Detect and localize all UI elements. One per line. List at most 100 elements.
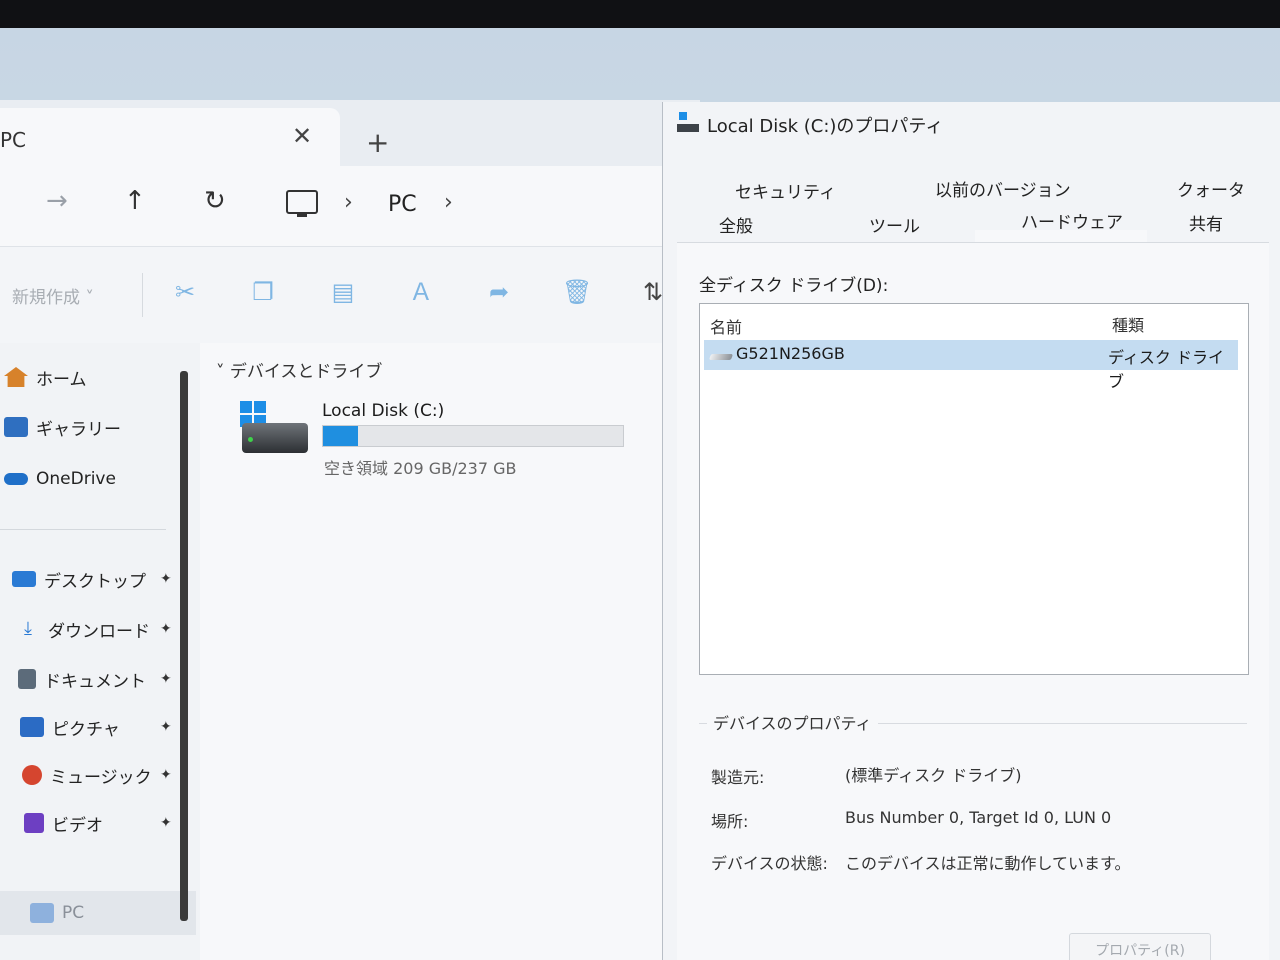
sidebar-item-downloads[interactable]: ⤓ ダウンロード	[16, 611, 150, 647]
sidebar-item-onedrive[interactable]: OneDrive	[4, 461, 116, 497]
hardware-panel: 全ディスク ドライブ(D): 名前 種類 G521N256GB ディスク ドライ…	[677, 243, 1269, 960]
sidebar-item-desktop[interactable]: デスクトップ	[12, 561, 146, 597]
device-properties-group: デバイスのプロパティ 製造元: (標準ディスク ドライブ) 場所: Bus Nu…	[699, 710, 1247, 954]
screen: PC ✕ + → ↑ ↻ › PC › 新規作成 ˅ ✂ ❐ ▤ Ａ ➦ 🗑︎ …	[0, 28, 1280, 960]
computer-icon	[30, 903, 54, 923]
video-icon	[24, 813, 44, 833]
group-header-label: デバイスとドライブ	[229, 362, 383, 382]
device-properties-legend: デバイスのプロパティ	[707, 710, 878, 734]
chevron-down-icon: ˅	[216, 362, 225, 382]
sidebar-item-label: ピクチャ	[52, 719, 120, 740]
sidebar-item-pictures[interactable]: ピクチャ	[20, 709, 120, 745]
location-label: 場所:	[711, 812, 749, 831]
tab-pc[interactable]: PC ✕	[0, 108, 340, 166]
document-icon	[18, 669, 36, 689]
device-status-label: デバイスの状態:	[711, 854, 828, 873]
sidebar-item-label: ホーム	[36, 369, 87, 390]
tab-general[interactable]: 全般	[719, 212, 753, 237]
sidebar-item-label: ビデオ	[52, 815, 103, 836]
sidebar-item-label: ドキュメント	[44, 671, 146, 692]
delete-icon[interactable]: 🗑︎	[562, 279, 592, 305]
drive-list-type: ディスク ドライブ	[1108, 348, 1224, 391]
list-item[interactable]: G521N256GB ディスク ドライブ	[704, 340, 1238, 391]
toolbar-divider	[142, 273, 143, 317]
picture-icon	[20, 717, 44, 737]
devices-and-drives-header[interactable]: ˅ デバイスとドライブ	[216, 357, 382, 382]
paste-icon[interactable]: ▤	[330, 279, 356, 305]
properties-dialog: Local Disk (C:)のプロパティ セキュリティ 以前のバージョン クォ…	[662, 102, 1280, 960]
sidebar-item-documents[interactable]: ドキュメント	[18, 661, 146, 697]
sidebar-item-label: OneDrive	[36, 469, 116, 489]
pin-icon: ✦	[160, 571, 172, 587]
drive-usage-fill	[323, 426, 358, 446]
tab-sharing[interactable]: 共有	[1189, 210, 1223, 235]
sidebar-item-music[interactable]: ミュージック	[22, 757, 152, 793]
pin-icon: ✦	[160, 767, 172, 783]
sidebar-item-label: デスクトップ	[44, 571, 146, 592]
sidebar-item-pc[interactable]: PC	[0, 891, 196, 935]
music-icon	[22, 765, 42, 785]
cloud-icon	[4, 473, 28, 485]
manufacturer-label: 製造元:	[711, 768, 765, 787]
sidebar-item-home[interactable]: ホーム	[4, 359, 87, 395]
drive-free-space: 空き領域 209 GB/237 GB	[324, 459, 517, 478]
up-button[interactable]: ↑	[124, 186, 146, 216]
drive-c-tile[interactable]: Local Disk (C:) 空き領域 209 GB/237 GB	[236, 395, 636, 485]
home-icon	[4, 367, 28, 387]
tab-previous-versions[interactable]: 以前のバージョン	[935, 176, 1071, 201]
breadcrumb-chevron-icon[interactable]: ›	[444, 190, 453, 215]
location-value: Bus Number 0, Target Id 0, LUN 0	[845, 808, 1112, 827]
gallery-icon	[4, 417, 28, 437]
tab-tools[interactable]: ツール	[869, 212, 920, 237]
tab-security[interactable]: セキュリティ	[735, 178, 836, 203]
pin-icon: ✦	[160, 815, 172, 831]
tab-strip: PC ✕ +	[0, 100, 700, 166]
pin-icon: ✦	[160, 719, 172, 735]
breadcrumb-chevron-icon[interactable]: ›	[344, 190, 353, 215]
dialog-title: Local Disk (C:)のプロパティ	[707, 116, 944, 137]
navigation-bar: → ↑ ↻ › PC ›	[0, 166, 700, 246]
pin-icon: ✦	[160, 671, 172, 687]
drive-list-name: G521N256GB	[736, 344, 845, 363]
disk-drive-list[interactable]: 名前 種類 G521N256GB ディスク ドライブ	[699, 303, 1249, 675]
column-header-type[interactable]: 種類	[1112, 312, 1144, 336]
drive-name: Local Disk (C:)	[322, 401, 445, 421]
new-tab-button[interactable]: +	[366, 126, 389, 159]
content-pane: ˅ デバイスとドライブ Local Disk (C:) 空き領域 209 GB/…	[200, 343, 670, 960]
download-icon: ⤓	[24, 618, 32, 639]
sidebar-item-gallery[interactable]: ギャラリー	[4, 409, 121, 445]
properties-button[interactable]: プロパティ(R)	[1069, 933, 1211, 960]
drive-led	[248, 437, 253, 442]
new-button[interactable]: 新規作成 ˅	[12, 283, 94, 308]
device-status-value: このデバイスは正常に動作しています。	[845, 854, 1131, 873]
column-header-name[interactable]: 名前	[710, 314, 742, 338]
tab-quota[interactable]: クォータ	[1177, 176, 1245, 201]
sidebar-scrollbar[interactable]	[180, 371, 188, 921]
pin-icon: ✦	[160, 621, 172, 637]
all-disk-drives-label: 全ディスク ドライブ(D):	[699, 276, 889, 296]
forward-button[interactable]: →	[46, 186, 68, 216]
tab-hardware[interactable]: ハードウェア	[1021, 208, 1123, 233]
disk-drive-icon	[708, 354, 734, 360]
sidebar-item-label: ミュージック	[50, 767, 152, 788]
copy-icon[interactable]: ❐	[250, 279, 276, 305]
file-explorer-window: PC ✕ + → ↑ ↻ › PC › 新規作成 ˅ ✂ ❐ ▤ Ａ ➦ 🗑︎ …	[0, 100, 700, 960]
drive-usage-bar	[322, 425, 624, 447]
navigation-pane: ホーム ギャラリー OneDrive デスクトップ ✦ ⤓ ダウンロード ✦ ド…	[0, 343, 200, 960]
refresh-button[interactable]: ↻	[204, 186, 226, 216]
tab-close-button[interactable]: ✕	[292, 122, 312, 150]
monitor-icon[interactable]	[286, 190, 318, 217]
tab-title: PC	[0, 128, 27, 152]
desktop-icon	[12, 571, 36, 587]
breadcrumb-pc[interactable]: PC	[388, 192, 417, 217]
manufacturer-value: (標準ディスク ドライブ)	[845, 766, 1022, 785]
sidebar-item-label: ダウンロード	[48, 621, 150, 642]
sidebar-item-label: PC	[62, 903, 85, 923]
sidebar-divider	[0, 529, 166, 530]
sidebar-item-label: ギャラリー	[36, 419, 121, 440]
sidebar-item-pc-inner: PC	[30, 895, 84, 931]
share-icon[interactable]: ➦	[486, 279, 512, 305]
cut-icon[interactable]: ✂	[172, 279, 198, 305]
sidebar-item-videos[interactable]: ビデオ	[24, 805, 103, 841]
rename-icon[interactable]: Ａ	[408, 279, 434, 305]
